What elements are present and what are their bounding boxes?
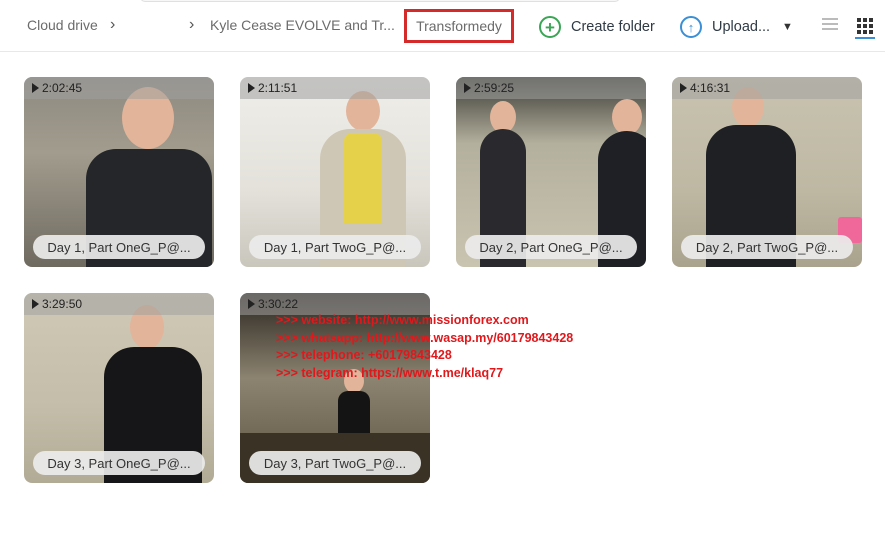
watermark-line: >>> whatsapp: http://www.wasap.my/601798… — [276, 330, 574, 345]
breadcrumb-current-label: Transformedy — [416, 18, 502, 34]
watermark-line: >>> telegram: https://www.t.me/klaq77 — [276, 365, 504, 380]
plus-circle-icon: + — [539, 16, 561, 38]
chevron-right-icon: › — [110, 16, 116, 33]
file-name-pill: Day 1, Part TwoG_P@... — [249, 235, 421, 259]
file-name-pill: Day 1, Part OneG_P@... — [33, 235, 205, 259]
file-name-pill: Day 3, Part OneG_P@... — [33, 451, 205, 475]
create-folder-label: Create folder — [571, 19, 655, 35]
watermark-line: >>> website: http://www.missionforex.com — [276, 313, 529, 327]
duration-badge: 2:11:51 — [240, 77, 430, 99]
upload-button[interactable]: ↑ Upload... ▼ — [680, 14, 793, 40]
duration-badge: 2:02:45 — [24, 77, 214, 99]
duration-badge: 2:59:25 — [456, 77, 646, 99]
chevron-right-icon: › — [189, 16, 195, 33]
video-tile-2[interactable]: 2:11:51 Day 1, Part TwoG_P@... — [240, 77, 430, 267]
duration-badge: 4:16:31 — [672, 77, 862, 99]
top-toolbar: Cloud drive › › Kyle Cease EVOLVE and Tr… — [0, 0, 885, 52]
search-bar-edge[interactable] — [140, 0, 620, 2]
breadcrumb-current[interactable]: Transformedy — [404, 9, 514, 43]
play-icon — [680, 83, 687, 93]
play-icon — [248, 83, 255, 93]
person-head — [612, 99, 642, 135]
file-name-pill: Day 2, Part TwoG_P@... — [681, 235, 853, 259]
file-name-pill: Day 2, Part OneG_P@... — [465, 235, 637, 259]
person-shirt — [344, 133, 382, 223]
watermark-overlay: >>> website: http://www.missionforex.com… — [276, 312, 573, 382]
play-icon — [32, 83, 39, 93]
play-icon — [32, 299, 39, 309]
duration-badge: 3:29:50 — [24, 293, 214, 315]
watermark-line: >>> telephone: +60179843428 — [276, 348, 452, 362]
active-view-indicator — [855, 37, 875, 39]
video-tile-3[interactable]: 2:59:25 Day 2, Part OneG_P@... — [456, 77, 646, 267]
video-tile-4[interactable]: 4:16:31 Day 2, Part TwoG_P@... — [672, 77, 862, 267]
video-tile-1[interactable]: 2:02:45 Day 1, Part OneG_P@... — [24, 77, 214, 267]
create-folder-button[interactable]: + Create folder — [539, 14, 655, 40]
upload-label: Upload... — [712, 19, 771, 35]
breadcrumb-root[interactable]: Cloud drive — [27, 17, 98, 33]
video-tile-5[interactable]: 3:29:50 Day 3, Part OneG_P@... — [24, 293, 214, 483]
list-view-icon[interactable] — [822, 18, 838, 32]
upload-arrow-icon: ↑ — [680, 16, 702, 38]
file-name-pill: Day 3, Part TwoG_P@... — [249, 451, 421, 475]
play-icon — [464, 83, 471, 93]
play-icon — [248, 299, 255, 309]
grid-view-icon[interactable] — [857, 18, 873, 34]
breadcrumb-parent[interactable]: Kyle Cease EVOLVE and Tr... — [210, 17, 395, 33]
chevron-down-icon[interactable]: ▼ — [782, 21, 793, 33]
